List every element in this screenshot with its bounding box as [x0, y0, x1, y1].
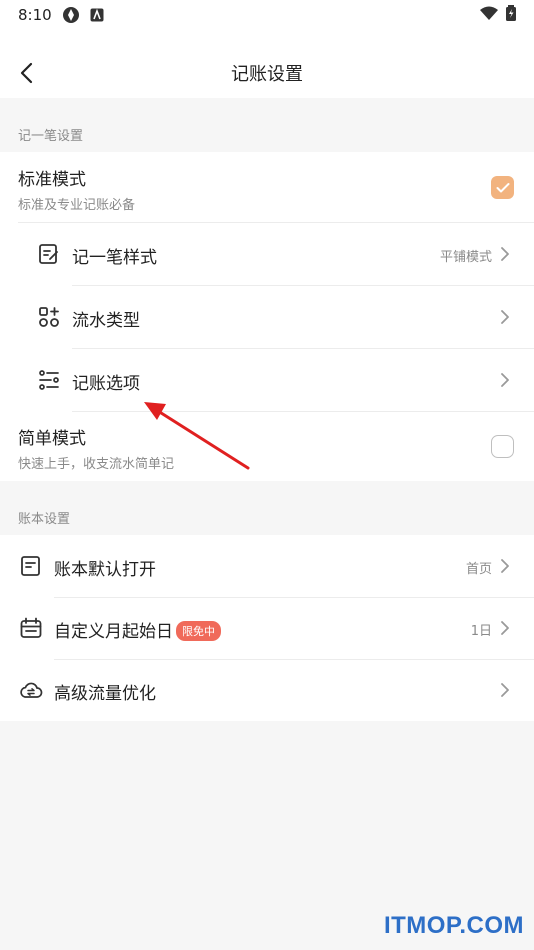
- wifi-icon: [480, 6, 498, 24]
- record-options-label: 记账选项: [72, 374, 140, 394]
- top-nav-bar: 记账设置: [0, 30, 534, 98]
- ledger-default-open-value: 首页: [465, 562, 492, 577]
- sync-status-icon: [62, 6, 80, 24]
- free-limited-badge: 限免中: [176, 621, 221, 641]
- flow-type-label: 流水类型: [72, 311, 140, 331]
- simple-mode-option[interactable]: 简单模式 快速上手，收支流水简单记: [0, 412, 534, 481]
- edit-note-icon: [37, 242, 61, 266]
- cloud-sync-icon: [19, 678, 43, 702]
- status-bar: 8:10: [0, 0, 534, 30]
- watermark-logo: ITMOP.COM: [383, 912, 524, 939]
- section-label-record: 记一笔设置: [18, 129, 84, 144]
- chevron-right-icon: [498, 246, 512, 262]
- standard-mode-checkbox[interactable]: [491, 176, 514, 199]
- traffic-optimization-item[interactable]: 高级流量优化: [0, 660, 534, 721]
- ledger-default-open-item[interactable]: 账本默认打开 首页: [0, 535, 534, 597]
- page-title: 记账设置: [231, 64, 303, 85]
- section-label-ledger: 账本设置: [18, 512, 71, 527]
- traffic-optimization-label: 高级流量优化: [54, 684, 156, 704]
- standard-mode-title: 标准模式: [18, 170, 86, 190]
- record-settings-group: 标准模式 标准及专业记账必备 记一笔样式 平铺模式 流水类型 记账选项 简单模式…: [0, 152, 534, 481]
- record-options-item[interactable]: 记账选项: [0, 349, 534, 411]
- calendar-icon: [19, 616, 43, 640]
- standard-mode-option[interactable]: 标准模式 标准及专业记账必备: [0, 152, 534, 222]
- month-start-day-item[interactable]: 自定义月起始日 限免中 1日: [0, 598, 534, 659]
- simple-mode-title: 简单模式: [18, 429, 86, 449]
- status-time: 8:10: [18, 6, 52, 24]
- grid-apps-icon: [37, 305, 61, 329]
- back-arrow-icon[interactable]: [14, 60, 40, 86]
- record-style-value: 平铺模式: [439, 250, 492, 265]
- month-start-day-label: 自定义月起始日: [54, 622, 173, 642]
- checkmark-icon: [496, 182, 509, 192]
- simple-mode-checkbox[interactable]: [491, 435, 514, 458]
- document-icon: [19, 554, 43, 578]
- chevron-right-icon: [498, 558, 512, 574]
- simple-mode-subtitle: 快速上手，收支流水简单记: [18, 457, 175, 472]
- app-notification-icon: [90, 8, 104, 22]
- month-start-day-value: 1日: [470, 624, 492, 639]
- ledger-default-open-label: 账本默认打开: [54, 560, 156, 580]
- standard-mode-subtitle: 标准及专业记账必备: [18, 198, 136, 213]
- chevron-right-icon: [498, 620, 512, 636]
- ledger-settings-group: 账本默认打开 首页 自定义月起始日 限免中 1日 高级流量优化: [0, 535, 534, 721]
- record-style-label: 记一笔样式: [72, 248, 157, 268]
- chevron-right-icon: [498, 309, 512, 325]
- record-style-item[interactable]: 记一笔样式 平铺模式: [0, 223, 534, 285]
- chevron-right-icon: [498, 682, 512, 698]
- chevron-right-icon: [498, 372, 512, 388]
- flow-type-item[interactable]: 流水类型: [0, 286, 534, 348]
- battery-icon: [506, 5, 516, 25]
- sliders-icon: [37, 368, 61, 392]
